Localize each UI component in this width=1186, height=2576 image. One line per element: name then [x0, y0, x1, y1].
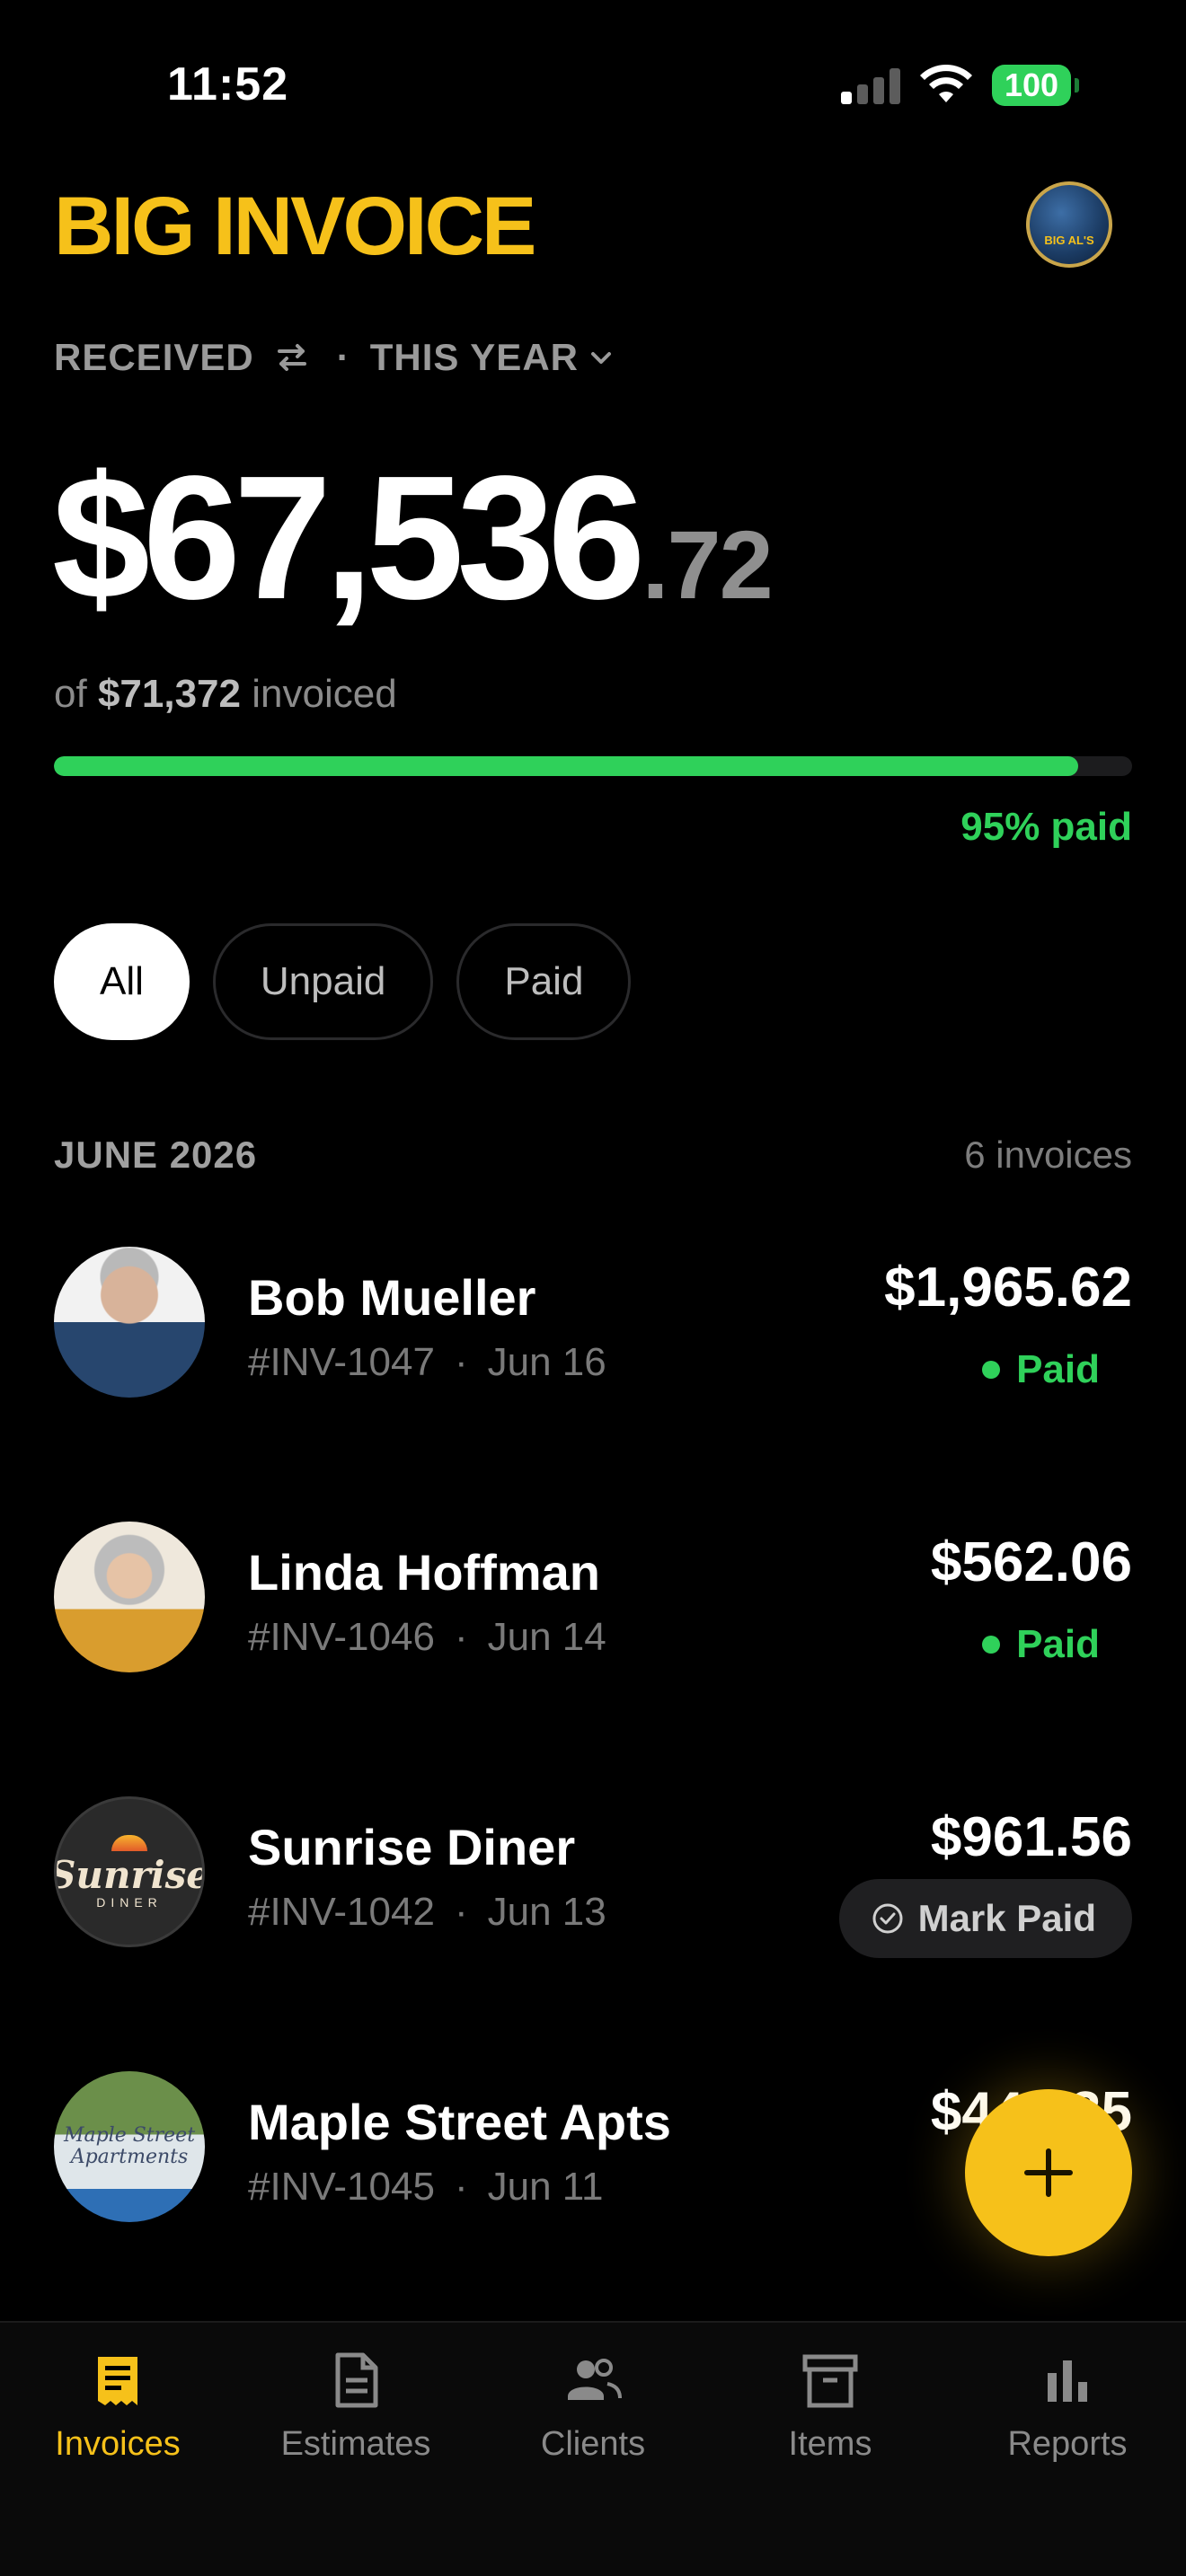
invoice-amount: $1,965.62 [884, 1257, 1132, 1319]
invoice-meta: #INV-1046 · Jun 14 [248, 1615, 606, 1660]
client-name: Bob Mueller [248, 1269, 536, 1326]
invoice-meta: #INV-1045 · Jun 11 [248, 2165, 603, 2210]
tab-label: Reports [1007, 2425, 1128, 2463]
cellular-signal-icon [841, 66, 902, 104]
invoice-date: Jun 11 [487, 2165, 604, 2209]
tab-clients[interactable]: Clients [494, 2350, 692, 2464]
period-filter[interactable]: THIS YEAR [370, 336, 579, 379]
logo-subtext: DINER [96, 1894, 163, 1910]
battery-icon: 100 [992, 65, 1079, 106]
total-cents: .72 [642, 510, 774, 619]
tab-estimates[interactable]: Estimates [257, 2350, 455, 2464]
mark-paid-label: Mark Paid [917, 1897, 1096, 1939]
client-name: Sunrise Diner [248, 1819, 576, 1875]
bottom-tab-bar: Invoices Estimates Clients Items Reports [0, 2321, 1186, 2576]
app-title: BIG INVOICE [54, 181, 536, 272]
account-avatar[interactable]: BIG AL'S [1026, 181, 1112, 268]
reports-icon [1048, 2360, 1087, 2402]
invoice-row[interactable]: Linda Hoffman #INV-1046 · Jun 14 $562.06 P… [54, 1522, 1132, 1683]
segment-unpaid[interactable]: Unpaid [212, 923, 434, 1040]
section-header: JUNE 2026 6 invoices [54, 1134, 1132, 1177]
invoice-filter-segments: All Unpaid Paid [54, 923, 632, 1040]
paid-percentage: 95% paid [960, 805, 1132, 849]
logo-text: Sunrise [54, 1852, 205, 1897]
status-badge: Paid [982, 1347, 1100, 1392]
section-month: JUNE 2026 [54, 1134, 258, 1176]
client-avatar [54, 1522, 205, 1672]
tab-invoices[interactable]: Invoices [19, 2350, 217, 2464]
swap-icon[interactable] [274, 342, 310, 373]
tab-label: Items [788, 2425, 872, 2463]
logo-text: Maple Street Apartments [63, 2123, 196, 2168]
wifi-icon [920, 65, 972, 102]
invoice-date: Jun 13 [487, 1890, 606, 1934]
invoice-amount: $961.56 [930, 1806, 1132, 1868]
mark-paid-button[interactable]: Mark Paid [838, 1879, 1132, 1958]
invoice-meta: #INV-1047 · Jun 16 [248, 1340, 606, 1385]
received-filter[interactable]: RECEIVED [54, 336, 254, 379]
invoices-icon [98, 2357, 137, 2405]
status-badge: Paid [982, 1622, 1100, 1667]
invoice-date: Jun 14 [487, 1615, 606, 1659]
invoiced-suffix: invoiced [252, 672, 397, 716]
invoice-date: Jun 16 [487, 1340, 606, 1384]
items-icon [802, 2354, 858, 2408]
sun-icon [111, 1834, 147, 1851]
paid-progress-bar [54, 756, 1132, 776]
tab-items[interactable]: Items [731, 2350, 929, 2464]
section-count: 6 invoices [964, 1134, 1132, 1176]
meta-separator: · [454, 1340, 468, 1384]
invoice-meta: #INV-1042 · Jun 13 [248, 1890, 606, 1935]
brand-logo-text: BIG AL'S [1044, 233, 1094, 247]
client-logo: Maple Street Apartments [54, 2071, 205, 2222]
estimates-icon [335, 2352, 378, 2408]
status-label: Paid [1016, 1622, 1100, 1666]
tab-reports[interactable]: Reports [969, 2350, 1166, 2464]
received-total: $67,536 .72 [52, 437, 774, 639]
client-logo: Sunrise DINER [54, 1796, 205, 1947]
client-avatar [54, 1247, 205, 1398]
invoice-row[interactable]: Bob Mueller #INV-1047 · Jun 16 $1,965.62 P… [54, 1247, 1132, 1408]
invoice-number: #INV-1046 [248, 1615, 435, 1659]
summary-filter-row: RECEIVED · THIS YEAR [54, 336, 613, 379]
segment-paid[interactable]: Paid [456, 923, 632, 1040]
total-whole: $67,536 [52, 439, 645, 636]
meta-separator: · [454, 1615, 468, 1659]
check-circle-icon [872, 1903, 903, 1934]
tab-label: Estimates [280, 2425, 431, 2463]
invoiced-amount: $71,372 [97, 672, 241, 716]
invoice-number: #INV-1047 [248, 1340, 435, 1384]
invoiced-prefix: of [54, 672, 87, 716]
meta-separator: · [454, 1890, 468, 1934]
invoice-number: #INV-1045 [248, 2165, 435, 2209]
status-bar: 11:52 100 [0, 0, 1186, 171]
invoice-amount: $562.06 [930, 1531, 1132, 1593]
segment-all[interactable]: All [54, 923, 190, 1040]
status-dot-icon [982, 1361, 1001, 1379]
filter-separator: · [336, 336, 350, 378]
client-name: Maple Street Apts [248, 2094, 671, 2150]
status-dot-icon [982, 1636, 1001, 1654]
add-invoice-button[interactable] [965, 2089, 1132, 2256]
plus-icon [1024, 2148, 1073, 2197]
status-time: 11:52 [167, 58, 289, 110]
tab-label: Clients [540, 2425, 646, 2463]
chevron-down-icon[interactable] [589, 348, 613, 366]
client-name: Linda Hoffman [248, 1544, 600, 1601]
status-label: Paid [1016, 1347, 1100, 1391]
invoice-row[interactable]: Sunrise DINER Sunrise Diner #INV-1042 · Ju… [54, 1796, 1132, 1958]
paid-progress-fill [54, 756, 1078, 776]
tab-label: Invoices [55, 2425, 181, 2463]
clients-icon [568, 2359, 622, 2400]
invoice-number: #INV-1042 [248, 1890, 435, 1934]
invoiced-summary: of $71,372 invoiced [54, 672, 397, 717]
meta-separator: · [454, 2165, 468, 2209]
